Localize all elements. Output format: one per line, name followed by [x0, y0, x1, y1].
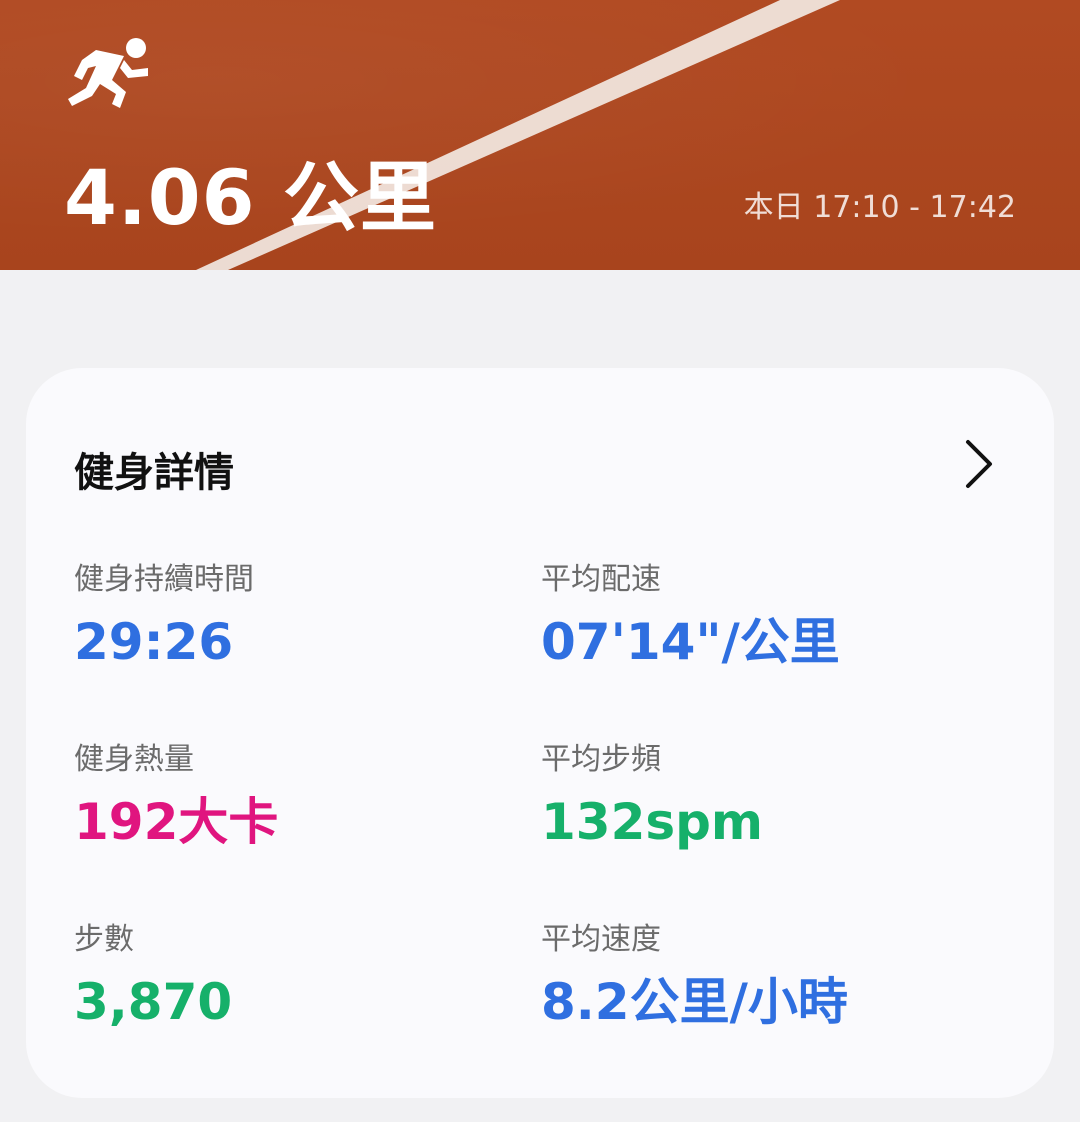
stat-label: 平均速度 — [541, 922, 661, 957]
stat-value: 192大卡 — [74, 793, 279, 851]
stat-label: 健身熱量 — [74, 742, 194, 777]
chevron-right-icon[interactable] — [964, 438, 994, 490]
stat-value: 29:26 — [74, 613, 234, 671]
stat-value: 3,870 — [74, 973, 233, 1031]
stat-average-pace: 平均配速 07'14"/公里 — [541, 560, 981, 672]
workout-time-range: 本日 17:10 - 17:42 — [743, 190, 1016, 225]
stat-value: 132spm — [541, 793, 764, 851]
stat-average-cadence: 平均步頻 132spm — [541, 740, 981, 852]
stat-label: 平均步頻 — [541, 742, 661, 777]
workout-distance: 4.06 公里 — [64, 153, 437, 242]
workout-header: 4.06 公里 本日 17:10 - 17:42 — [0, 0, 1080, 270]
stat-value: 07'14"/公里 — [541, 613, 840, 671]
stat-label: 步數 — [74, 922, 134, 957]
stat-calories: 健身熱量 192大卡 — [74, 740, 514, 852]
card-title: 健身詳情 — [74, 450, 234, 496]
stat-label: 健身持續時間 — [74, 562, 254, 597]
running-person-icon — [68, 38, 148, 108]
stat-duration: 健身持續時間 29:26 — [74, 560, 514, 672]
stat-steps: 步數 3,870 — [74, 920, 514, 1032]
stat-average-speed: 平均速度 8.2公里/小時 — [541, 920, 981, 1032]
stat-label: 平均配速 — [541, 562, 661, 597]
fitness-details-card[interactable]: 健身詳情 健身持續時間 29:26 平均配速 07'14"/公里 健身熱量 19… — [26, 368, 1054, 1098]
stat-value: 8.2公里/小時 — [541, 973, 848, 1031]
